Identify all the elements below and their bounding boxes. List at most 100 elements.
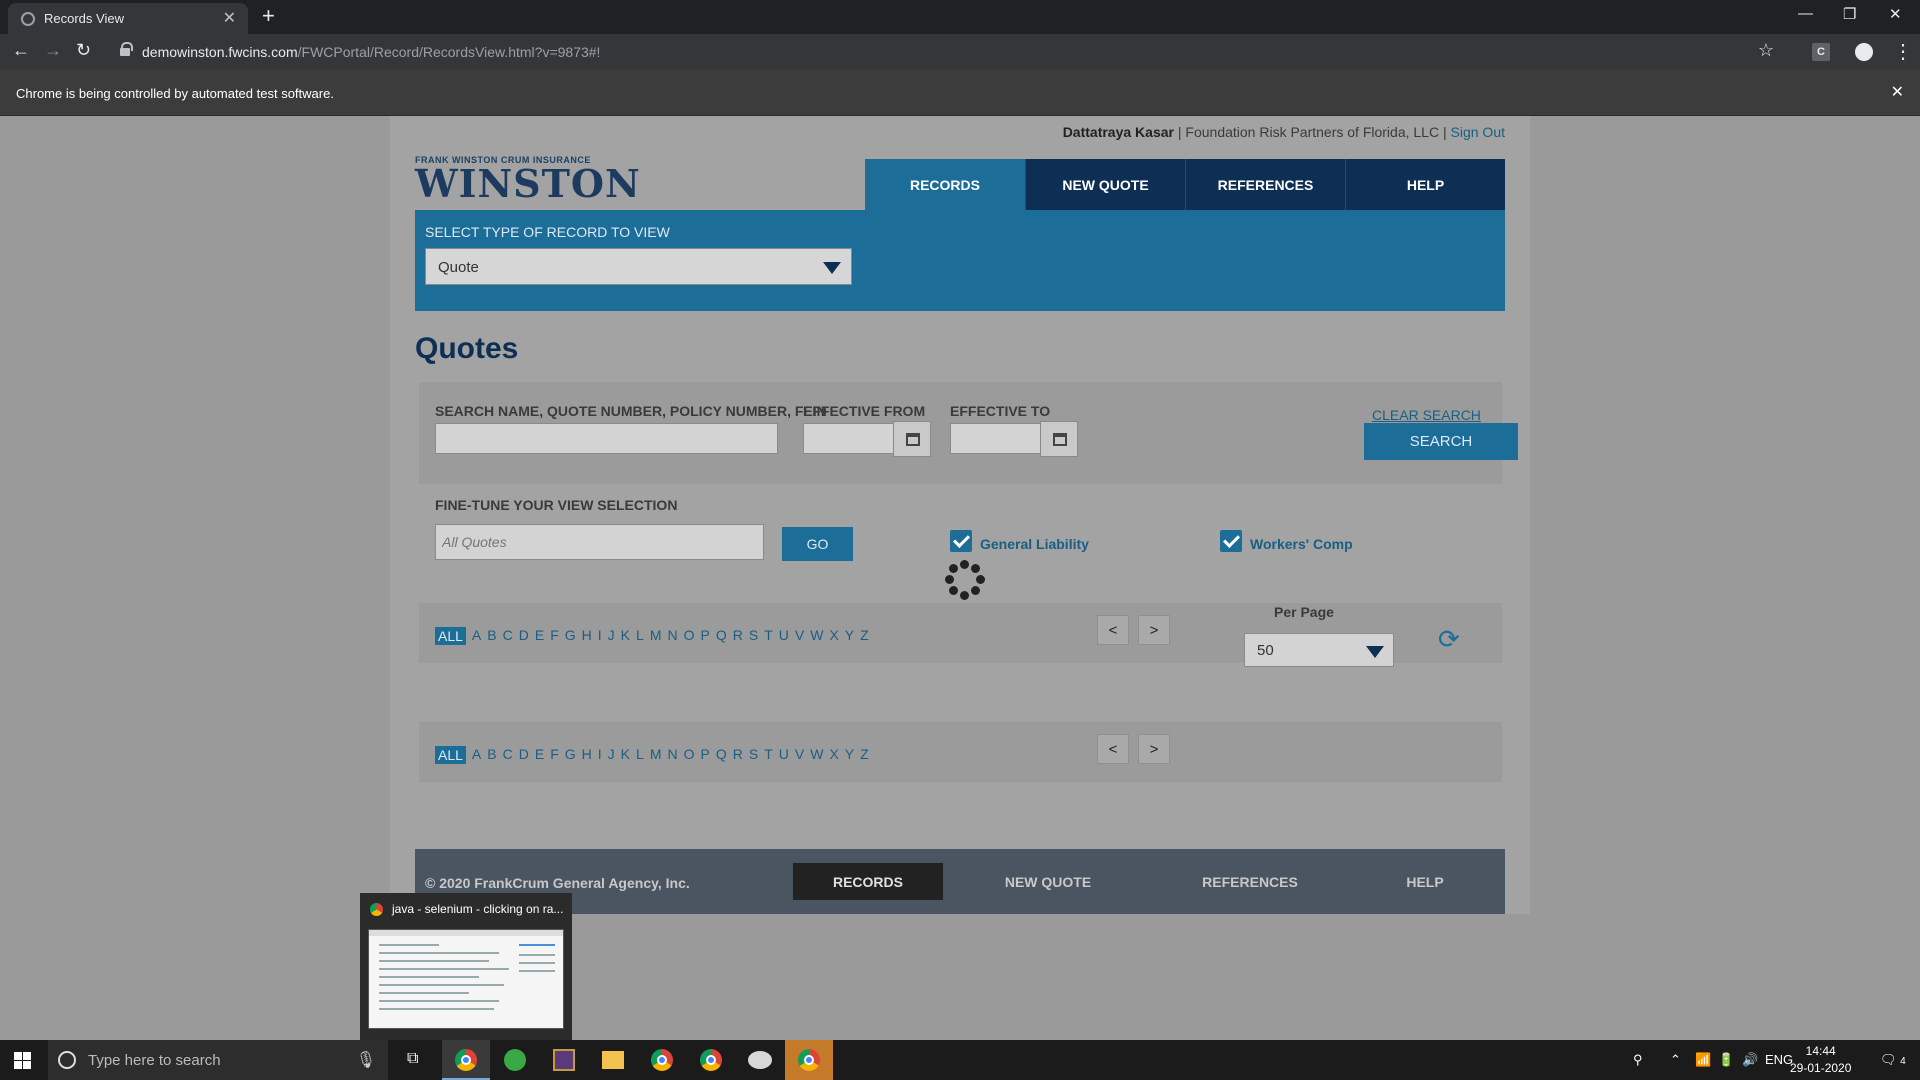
- record-type-select[interactable]: Quote: [425, 248, 852, 285]
- battery-icon[interactable]: 🔋: [1718, 1052, 1734, 1068]
- letter-link[interactable]: S: [749, 746, 758, 764]
- more-menu-icon[interactable]: ⋮: [1893, 39, 1913, 64]
- tray-expand-icon[interactable]: ⌃: [1670, 1052, 1681, 1068]
- taskbar-green-app[interactable]: [491, 1040, 539, 1080]
- letter-all[interactable]: ALL: [435, 746, 466, 764]
- refresh-icon[interactable]: ⟳: [1438, 624, 1460, 655]
- bookmark-star-icon[interactable]: ☆: [1758, 40, 1774, 61]
- letter-link[interactable]: G: [565, 627, 576, 645]
- back-icon[interactable]: ←: [12, 40, 30, 61]
- letter-link[interactable]: I: [598, 746, 602, 764]
- effective-to-input[interactable]: [950, 423, 1041, 454]
- letter-link[interactable]: M: [650, 627, 662, 645]
- address-bar[interactable]: demowinston.fwcins.com/FWCPortal/Record/…: [108, 38, 1780, 66]
- letter-link[interactable]: K: [621, 746, 630, 764]
- network-icon[interactable]: 📶: [1695, 1052, 1711, 1068]
- letter-link[interactable]: R: [733, 746, 743, 764]
- close-window-icon[interactable]: ✕: [1889, 5, 1902, 23]
- footer-nav-records[interactable]: RECORDS: [793, 863, 943, 900]
- extension-icon[interactable]: C: [1812, 43, 1830, 61]
- letter-link[interactable]: U: [779, 746, 789, 764]
- nav-references[interactable]: REFERENCES: [1185, 159, 1345, 210]
- prev-page-button[interactable]: <: [1097, 734, 1129, 764]
- letter-link[interactable]: A: [472, 627, 481, 645]
- letter-link[interactable]: C: [503, 627, 513, 645]
- close-infobar-icon[interactable]: ✕: [1891, 82, 1904, 102]
- forward-icon[interactable]: →: [44, 40, 62, 61]
- volume-icon[interactable]: 🔊: [1742, 1052, 1758, 1068]
- letter-link[interactable]: W: [810, 746, 823, 764]
- taskbar-chrome-app[interactable]: [442, 1040, 490, 1080]
- taskbar-explorer-app[interactable]: [589, 1040, 637, 1080]
- letter-link[interactable]: Z: [860, 746, 869, 764]
- letter-link[interactable]: K: [621, 627, 630, 645]
- letter-link[interactable]: A: [472, 746, 481, 764]
- taskbar-search-box[interactable]: Type here to search 🎙: [48, 1040, 388, 1080]
- effective-from-input[interactable]: [803, 423, 894, 454]
- effective-to-calendar-button[interactable]: [1040, 421, 1078, 457]
- winston-logo[interactable]: FRANK WINSTON CRUM INSURANCE WINSTON: [415, 155, 641, 203]
- letter-link[interactable]: G: [565, 746, 576, 764]
- notification-center-icon[interactable]: 🗨 4: [1880, 1052, 1906, 1068]
- general-liability-label[interactable]: General Liability: [980, 536, 1089, 552]
- letter-link[interactable]: D: [519, 746, 529, 764]
- letter-link[interactable]: Z: [860, 627, 869, 645]
- letter-link[interactable]: R: [733, 627, 743, 645]
- letter-link[interactable]: X: [829, 746, 838, 764]
- nav-new-quote[interactable]: NEW QUOTE: [1025, 159, 1185, 210]
- letter-link[interactable]: X: [829, 627, 838, 645]
- go-button[interactable]: GO: [782, 527, 853, 561]
- footer-nav-new-quote[interactable]: NEW QUOTE: [973, 863, 1123, 900]
- taskbar-chrome-app-2[interactable]: [638, 1040, 686, 1080]
- per-page-select[interactable]: 50: [1244, 633, 1394, 667]
- people-icon[interactable]: ⚲: [1633, 1052, 1643, 1068]
- nav-help[interactable]: HELP: [1345, 159, 1505, 210]
- letter-link[interactable]: O: [684, 746, 695, 764]
- letter-link[interactable]: V: [795, 627, 804, 645]
- letter-link[interactable]: Y: [845, 746, 854, 764]
- letter-link[interactable]: L: [636, 627, 644, 645]
- letter-link[interactable]: P: [701, 746, 710, 764]
- letter-link[interactable]: L: [636, 746, 644, 764]
- letter-link[interactable]: J: [608, 627, 615, 645]
- footer-nav-help[interactable]: HELP: [1350, 863, 1500, 900]
- letter-link[interactable]: N: [667, 746, 677, 764]
- workers-comp-checkbox[interactable]: [1220, 530, 1242, 552]
- language-indicator[interactable]: ENG: [1765, 1052, 1793, 1067]
- letter-link[interactable]: F: [550, 746, 559, 764]
- next-page-button[interactable]: >: [1138, 734, 1170, 764]
- letter-link[interactable]: F: [550, 627, 559, 645]
- letter-link[interactable]: Q: [716, 627, 727, 645]
- taskbar-ide-app[interactable]: [540, 1040, 588, 1080]
- effective-from-calendar-button[interactable]: [893, 421, 931, 457]
- reload-icon[interactable]: ↻: [76, 40, 91, 61]
- letter-link[interactable]: S: [749, 627, 758, 645]
- letter-link[interactable]: E: [535, 627, 544, 645]
- taskbar-chrome-app-3[interactable]: [687, 1040, 735, 1080]
- close-tab-icon[interactable]: ✕: [223, 8, 236, 28]
- letter-link[interactable]: U: [779, 627, 789, 645]
- clear-search-link[interactable]: CLEAR SEARCH: [1372, 407, 1481, 423]
- letter-link[interactable]: I: [598, 627, 602, 645]
- new-tab-icon[interactable]: +: [262, 3, 275, 29]
- letter-link[interactable]: N: [667, 627, 677, 645]
- letter-link[interactable]: B: [487, 627, 496, 645]
- letter-link[interactable]: M: [650, 746, 662, 764]
- minimize-icon[interactable]: —: [1798, 5, 1813, 22]
- letter-link[interactable]: P: [701, 627, 710, 645]
- profile-icon[interactable]: [1855, 43, 1873, 61]
- microphone-icon[interactable]: 🎙: [356, 1050, 376, 1070]
- letter-link[interactable]: E: [535, 746, 544, 764]
- letter-link[interactable]: Y: [845, 627, 854, 645]
- letter-link[interactable]: C: [503, 746, 513, 764]
- sign-out-link[interactable]: Sign Out: [1451, 124, 1505, 140]
- taskbar-window-preview[interactable]: java - selenium - clicking on ra...: [360, 893, 572, 1040]
- letter-link[interactable]: T: [764, 746, 773, 764]
- search-button[interactable]: SEARCH: [1364, 423, 1518, 460]
- letter-link[interactable]: H: [582, 746, 592, 764]
- next-page-button[interactable]: >: [1138, 615, 1170, 645]
- footer-nav-references[interactable]: REFERENCES: [1175, 863, 1325, 900]
- general-liability-checkbox[interactable]: [950, 530, 972, 552]
- letter-all[interactable]: ALL: [435, 627, 466, 645]
- letter-link[interactable]: D: [519, 627, 529, 645]
